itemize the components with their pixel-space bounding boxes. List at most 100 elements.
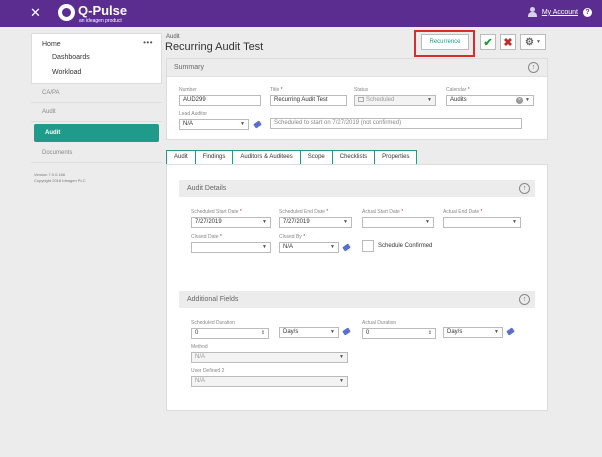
scheduled-end-field: Scheduled End Date * 7/27/2019 ▼	[279, 209, 352, 228]
calendar-select[interactable]: Audits × ▼	[446, 95, 534, 106]
calendar-field: Calendar * Audits × ▼	[446, 87, 534, 106]
schedule-note-field: Scheduled to start on 7/27/2019 (not con…	[270, 118, 522, 129]
schedule-note: Scheduled to start on 7/27/2019 (not con…	[270, 118, 522, 129]
closed-date-label: Closed Date *	[191, 234, 222, 240]
title-input[interactable]: Recurring Audit Test	[270, 95, 347, 106]
save-button[interactable]: ✔	[480, 34, 496, 50]
tab-scope[interactable]: Scope	[299, 150, 332, 165]
number-input[interactable]: AUD299	[179, 95, 261, 106]
settings-button[interactable]: ⚙ ▼	[520, 34, 546, 50]
status-value: Scheduled	[366, 97, 395, 103]
eraser-icon[interactable]	[253, 120, 262, 129]
chevron-down-icon: ▼	[536, 39, 541, 45]
closed-date-input[interactable]: ▼	[191, 242, 271, 253]
scheduled-duration-input[interactable]: 0 ⇕	[191, 328, 269, 339]
lead-auditor-value: N/A	[183, 121, 194, 127]
scheduled-start-input[interactable]: 7/27/2019 ▼	[191, 217, 271, 228]
actual-end-label: Actual End Date *	[443, 209, 483, 215]
calendar-value: Audits	[450, 97, 467, 103]
stepper-icon[interactable]: ⇕	[428, 329, 432, 338]
actual-end-input[interactable]: ▼	[443, 217, 521, 228]
tab-auditors-auditees[interactable]: Auditors & Auditees	[232, 150, 300, 165]
schedule-confirmed-checkbox[interactable]	[362, 240, 374, 252]
user-defined-2-select[interactable]: N/A ▼	[191, 376, 348, 387]
eraser-icon[interactable]	[506, 327, 515, 336]
user-defined-2-field: User Defined 2 N/A ▼	[191, 368, 348, 387]
summary-header[interactable]: Summary ↑	[167, 59, 547, 77]
user-defined-2-label: User Defined 2	[191, 368, 225, 374]
chevron-down-icon: ▼	[525, 97, 530, 103]
user-icon	[527, 7, 537, 17]
closed-by-label: Closed By *	[279, 234, 306, 240]
top-bar: ✕ Q-Pulse an ideagen product My Account …	[0, 0, 602, 27]
chevron-down-icon: ▼	[343, 219, 348, 225]
page-title: Recurring Audit Test	[165, 41, 264, 53]
chevron-down-icon: ▼	[494, 329, 499, 335]
additional-fields-header[interactable]: Additional Fields ↑	[179, 291, 535, 308]
more-options-icon[interactable]: •••	[143, 38, 153, 47]
actual-duration-label: Actual Duration	[362, 320, 397, 326]
actual-duration-unit-field: Day/s ▼	[443, 327, 515, 338]
gear-icon: ⚙	[525, 36, 534, 48]
breadcrumb[interactable]: Audit	[166, 34, 180, 40]
sidebar-item-home[interactable]: Home	[32, 39, 161, 50]
eraser-icon[interactable]	[342, 243, 351, 252]
title-label: Title *	[270, 87, 283, 93]
lead-auditor-select[interactable]: N/A ▼	[179, 119, 249, 130]
tab-findings[interactable]: Findings	[194, 150, 233, 165]
actual-duration-unit-select[interactable]: Day/s ▼	[443, 327, 503, 338]
actual-duration-input[interactable]: 0 ⇕	[362, 328, 436, 339]
cancel-button[interactable]: ✖	[500, 34, 516, 50]
close-x-icon: ✖	[503, 36, 513, 49]
chevron-down-icon: ▼	[512, 219, 517, 225]
tab-checklists[interactable]: Checklists	[331, 150, 375, 165]
close-icon[interactable]: ✕	[30, 6, 41, 20]
scheduled-duration-label: Scheduled Duration	[191, 320, 235, 326]
eraser-icon[interactable]	[342, 327, 351, 336]
audit-details-header[interactable]: Audit Details ↑	[179, 180, 535, 197]
status-label: Status	[354, 87, 369, 93]
schedule-confirmed-label: Schedule Confirmed	[378, 243, 433, 249]
scheduled-start-field: Scheduled Start Date * 7/27/2019 ▼	[191, 209, 271, 228]
version-info: Version 7.0.0.166 Copyright 2018 Ideagen…	[31, 172, 162, 184]
method-select[interactable]: N/A ▼	[191, 352, 348, 363]
sidebar-item-dashboards[interactable]: Dashboards	[32, 50, 161, 65]
chevron-down-icon: ▼	[339, 354, 344, 360]
calendar-label: Calendar *	[446, 87, 470, 93]
clear-icon[interactable]: ×	[516, 97, 523, 104]
collapse-icon[interactable]: ↑	[519, 294, 530, 305]
recurrence-button[interactable]: Recurrence	[421, 34, 469, 50]
collapse-icon[interactable]: ↑	[528, 62, 539, 73]
sidebar-item-documents[interactable]: Documents	[31, 144, 162, 163]
additional-fields-title: Additional Fields	[187, 296, 239, 303]
stepper-icon[interactable]: ⇕	[261, 329, 265, 338]
chevron-down-icon: ▼	[330, 244, 335, 250]
sidebar-item-audit[interactable]: Audit	[31, 103, 162, 122]
scheduled-end-input[interactable]: 7/27/2019 ▼	[279, 217, 352, 228]
status-field: Status Scheduled ▼	[354, 87, 436, 106]
sidebar-item-audit-active[interactable]: Audit	[34, 124, 159, 142]
closed-by-select[interactable]: N/A ▼	[279, 242, 339, 253]
audit-details-title: Audit Details	[187, 185, 227, 192]
summary-title: Summary	[174, 64, 204, 71]
tab-properties[interactable]: Properties	[374, 150, 418, 165]
sidebar-item-capa[interactable]: CA/PA	[31, 84, 162, 103]
number-label: Number	[179, 87, 197, 93]
copyright-text: Copyright 2018 Ideagen PLC	[34, 178, 86, 183]
chevron-down-icon: ▼	[425, 219, 430, 225]
tab-bar: Audit Findings Auditors & Auditees Scope…	[166, 150, 418, 165]
help-icon[interactable]: ?	[583, 7, 592, 17]
lead-auditor-field: Lead Auditor N/A ▼	[179, 111, 262, 130]
collapse-icon[interactable]: ↑	[519, 183, 530, 194]
chevron-down-icon: ▼	[339, 378, 344, 384]
lead-auditor-label: Lead Auditor	[179, 111, 208, 117]
sidebar-item-workload[interactable]: Workload	[32, 65, 161, 80]
nav-home-box: Home ••• Dashboards Workload	[31, 33, 162, 84]
method-label: Method	[191, 344, 208, 350]
actual-start-input[interactable]: ▼	[362, 217, 434, 228]
chevron-down-icon: ▼	[262, 244, 267, 250]
my-account-link[interactable]: My Account	[542, 9, 578, 16]
account-area: My Account ?	[527, 7, 592, 17]
tab-audit[interactable]: Audit	[166, 150, 195, 165]
scheduled-duration-unit-select[interactable]: Day/s ▼	[279, 327, 339, 338]
